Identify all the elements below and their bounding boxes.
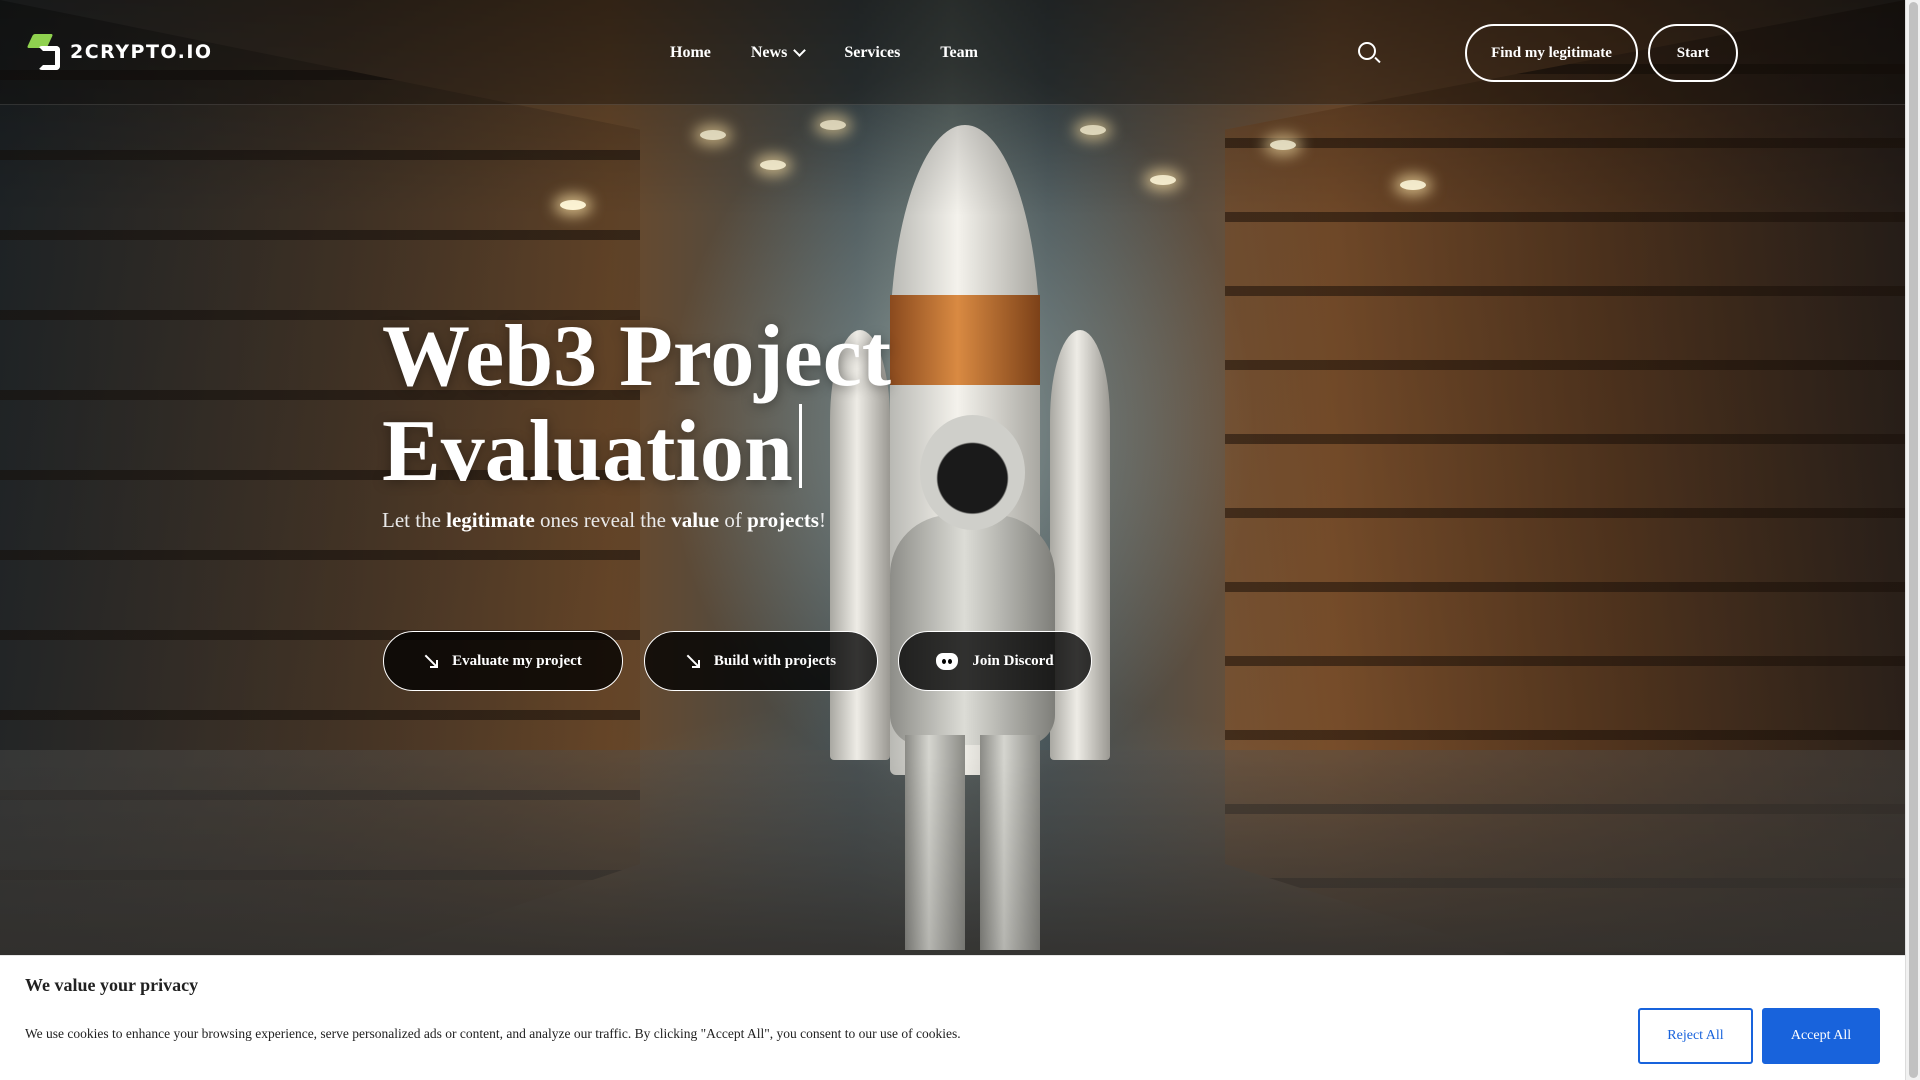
main-nav: Home News Services Team: [670, 0, 978, 105]
nav-item-services[interactable]: Services: [844, 44, 900, 62]
subtitle-text: !: [818, 508, 826, 532]
cookie-consent-banner: We value your privacy We use cookies to …: [0, 955, 1905, 1080]
arrow-down-right-icon: [686, 654, 700, 668]
discord-icon: [936, 652, 959, 670]
scrollbar-thumb[interactable]: [1909, 2, 1918, 1078]
logo-text: 2CRYPTO.IO: [70, 41, 213, 63]
join-discord-button[interactable]: Join Discord: [898, 631, 1092, 691]
evaluate-my-project-button[interactable]: Evaluate my project: [383, 631, 623, 691]
hero-subtitle: Let the legitimate ones reveal the value…: [382, 508, 826, 533]
hero-title-line2: Evaluation: [382, 403, 793, 500]
logo[interactable]: 2CRYPTO.IO: [26, 34, 213, 70]
subtitle-text: of: [719, 508, 748, 532]
nav-item-news-label: News: [750, 43, 788, 61]
build-with-projects-button[interactable]: Build with projects: [644, 631, 878, 691]
discord-button-label: Join Discord: [972, 652, 1054, 669]
hero-title: Web3 Project Evaluation: [382, 310, 1082, 499]
logo-mark-icon: [26, 34, 62, 70]
subtitle-text: Let the: [382, 508, 447, 532]
find-my-legitimate-button[interactable]: Find my legitimate: [1465, 24, 1638, 82]
chevron-down-icon: [793, 43, 807, 57]
cookie-message: We use cookies to enhance your browsing …: [25, 1026, 961, 1041]
start-button[interactable]: Start: [1648, 24, 1738, 82]
reject-all-button[interactable]: Reject All: [1638, 1008, 1753, 1064]
cookie-title: We value your privacy: [25, 975, 199, 995]
subtitle-text: ones reveal the: [534, 508, 672, 532]
hero-title-line1: Web3 Project: [382, 308, 892, 405]
page-scrollbar[interactable]: [1905, 0, 1920, 1080]
nav-item-news[interactable]: News: [750, 43, 807, 62]
hero-background-image: [0, 0, 1905, 1080]
site-header: 2CRYPTO.IO Home News Services Team Find …: [0, 0, 1905, 105]
subtitle-emphasis: projects: [747, 508, 819, 532]
build-button-label: Build with projects: [713, 652, 837, 669]
evaluate-button-label: Evaluate my project: [452, 652, 582, 669]
subtitle-emphasis: value: [671, 508, 720, 532]
accept-all-button[interactable]: Accept All: [1762, 1008, 1880, 1064]
nav-item-team[interactable]: Team: [940, 44, 978, 62]
search-icon[interactable]: [1356, 40, 1382, 66]
arrow-down-right-icon: [424, 654, 439, 668]
text-caret: [798, 404, 802, 488]
subtitle-emphasis: legitimate: [446, 508, 535, 532]
nav-item-home[interactable]: Home: [670, 44, 711, 62]
